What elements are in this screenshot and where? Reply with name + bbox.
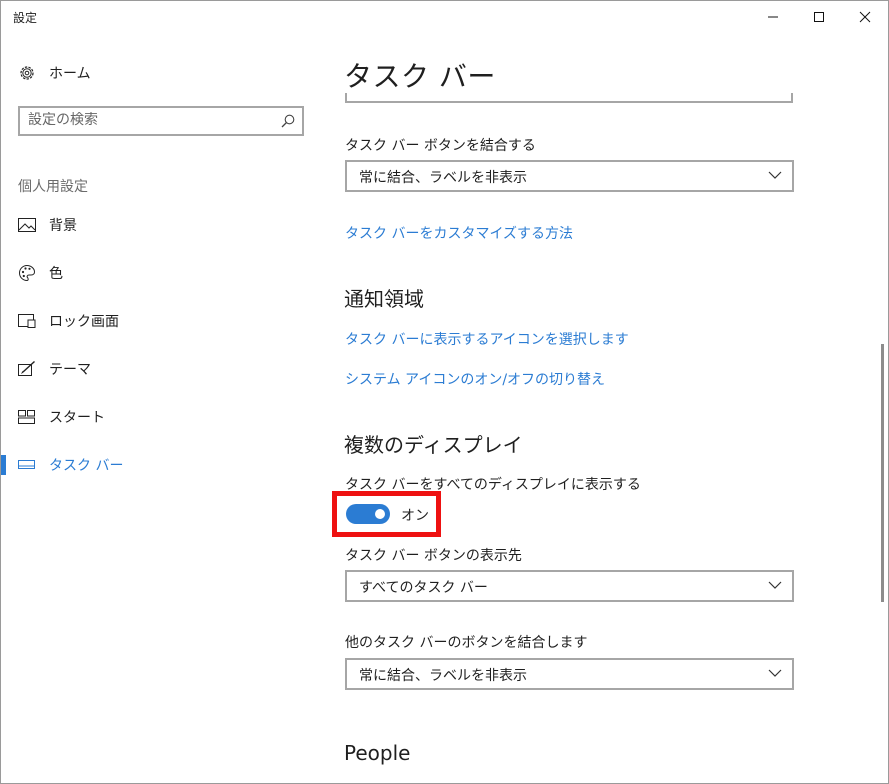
sidebar: ホーム 個人用設定 背景 [1, 33, 331, 783]
window-title: 設定 [13, 11, 38, 25]
lock-screen-icon [18, 312, 36, 330]
multiple-displays-heading: 複数のディスプレイ [344, 433, 523, 457]
sidebar-item-color[interactable]: 色 [1, 253, 331, 293]
maximize-icon [814, 12, 824, 22]
chevron-down-icon [768, 581, 782, 589]
sidebar-item-label: テーマ [49, 362, 91, 378]
sidebar-item-background[interactable]: 背景 [1, 205, 331, 245]
combine-buttons-dropdown[interactable]: 常に結合、ラベルを非表示 [345, 160, 794, 192]
dropdown-value: すべてのタスク バー [359, 580, 488, 596]
combine-buttons-label: タスク バー ボタンを結合する [345, 138, 536, 154]
start-tiles-icon [18, 408, 36, 426]
sidebar-item-themes[interactable]: テーマ [1, 349, 331, 389]
buttons-on-dropdown[interactable]: すべてのタスク バー [345, 570, 794, 602]
sidebar-item-start[interactable]: スタート [1, 397, 331, 437]
search-icon[interactable] [280, 113, 296, 133]
home-label: ホーム [49, 66, 91, 82]
system-icons-toggle-link[interactable]: システム アイコンのオン/オフの切り替え [345, 369, 605, 389]
toggle-state-label: オン [401, 508, 429, 524]
title-bar: 設定 [1, 1, 888, 33]
minimize-icon [768, 16, 778, 18]
select-icons-link[interactable]: タスク バーに表示するアイコンを選択します [345, 329, 629, 349]
search-box[interactable] [18, 106, 304, 136]
toggle-knob [375, 509, 385, 519]
chevron-down-icon [768, 669, 782, 677]
picture-icon [18, 216, 36, 234]
dropdown-value: 常に結合、ラベルを非表示 [359, 668, 527, 684]
partially-visible-dropdown[interactable] [345, 93, 793, 103]
home-nav-item[interactable]: ホーム [1, 53, 331, 93]
theme-brush-icon [18, 360, 36, 378]
settings-window: 設定 ホーム 設定の検索 個人用設定 背景 色 ロック画面 テーマ スタート タ… [0, 0, 889, 784]
page-title: タスク バー [344, 60, 496, 93]
sidebar-item-label: 背景 [49, 218, 77, 234]
dropdown-value: 常に結合、ラベルを非表示 [359, 170, 527, 186]
notification-area-heading: 通知領域 [344, 287, 424, 311]
sidebar-item-label: 色 [49, 266, 63, 282]
combine-other-label: 他のタスク バーのボタンを結合します [345, 635, 588, 651]
gear-icon [18, 64, 36, 82]
combine-other-dropdown[interactable]: 常に結合、ラベルを非表示 [345, 658, 794, 690]
active-indicator [1, 455, 6, 475]
sidebar-item-taskbar[interactable]: タスク バー [1, 445, 331, 485]
scrollbar-thumb[interactable] [881, 344, 884, 602]
chevron-down-icon [768, 171, 782, 179]
sidebar-item-lock-screen[interactable]: ロック画面 [1, 301, 331, 341]
show-on-all-displays-toggle[interactable] [346, 504, 390, 524]
sidebar-item-label: スタート [49, 410, 105, 426]
minimize-button[interactable] [750, 1, 796, 33]
section-heading-personalization: 個人用設定 [18, 179, 88, 195]
search-input[interactable] [28, 112, 268, 128]
palette-icon [18, 264, 36, 282]
maximize-button[interactable] [796, 1, 842, 33]
close-icon [859, 11, 871, 23]
close-button[interactable] [842, 1, 888, 33]
sidebar-item-label: タスク バー [49, 458, 124, 474]
sidebar-item-label: ロック画面 [49, 314, 119, 330]
customize-taskbar-link[interactable]: タスク バーをカスタマイズする方法 [345, 223, 573, 243]
taskbar-icon [18, 456, 36, 474]
people-heading: People [344, 741, 411, 765]
main-content: タスク バー タスク バー ボタンを結合する 常に結合、ラベルを非表示 タスク … [331, 33, 879, 783]
buttons-on-label: タスク バー ボタンの表示先 [345, 548, 522, 564]
